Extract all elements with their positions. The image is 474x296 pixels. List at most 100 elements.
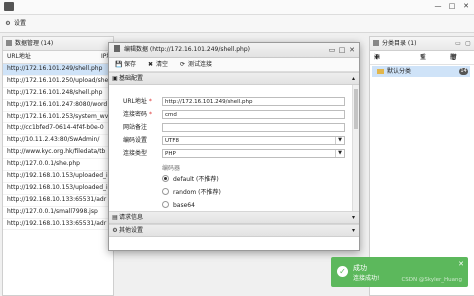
folder-icon (377, 69, 384, 74)
main-toolbar: ⚙ 设置 (0, 15, 474, 33)
column-url[interactable]: URL地址 (7, 51, 31, 63)
radio-icon (162, 188, 169, 195)
table-row[interactable]: http://10.11.2.43:80/SwAdmin/ (3, 135, 113, 148)
encoding-select[interactable]: UTF8 ▼ (162, 136, 345, 145)
chevron-down-icon: ▾ (351, 214, 355, 221)
test-connection-button[interactable]: ⟳ 测试连接 (179, 58, 212, 71)
required-mark: * (148, 98, 152, 105)
category-toolbar: ✚ 添加 ✎ 重 🗑 删 (370, 51, 474, 74)
table-row[interactable]: http://172.16.101.248/shell.php (3, 88, 113, 100)
chevron-down-icon: ▼ (335, 137, 344, 144)
category-panel-title: 分类目录 (1) (382, 40, 417, 47)
data-table-body: http://172.16.101.249/shell.php http://1… (3, 64, 113, 231)
encoder-default-label: default (不推荐) (173, 176, 219, 183)
list-icon (6, 40, 12, 46)
radio-icon (162, 201, 169, 208)
table-row[interactable]: http://192.168.10.133:65531/adr (3, 195, 113, 207)
watermark-text: CSDN @Skyler_Huang (401, 277, 462, 283)
note-label: 网站备注 (123, 124, 148, 131)
section-other-settings[interactable]: ⚙其他设置 ▾ (109, 224, 359, 237)
encoder-radio-random[interactable]: random (不推荐) (162, 188, 221, 196)
encoding-value: UTF8 (165, 138, 180, 144)
settings-button[interactable]: ⚙ 设置 (4, 19, 26, 28)
password-input[interactable]: cmd (162, 110, 345, 119)
panel-minimize-icon[interactable]: ▭ (454, 37, 462, 50)
category-item-label: 默认分类 (387, 68, 412, 75)
encoder-radio-default[interactable]: default (不推荐) (162, 175, 219, 183)
table-row[interactable]: http://127.0.0.1/small7998.jsp (3, 207, 113, 219)
clear-label: 清空 (156, 61, 169, 68)
table-row[interactable]: http://172.16.101.249/shell.php (3, 64, 113, 76)
type-label: 连接类型 (123, 150, 148, 157)
document-icon (114, 45, 120, 52)
table-row[interactable]: http://www.kyc.org.hk/filedata/tb (3, 147, 113, 160)
url-label: URL地址 * (123, 97, 152, 106)
section-other-label: 其他设置 (119, 227, 144, 234)
form-scrollbar[interactable] (352, 85, 359, 211)
chevron-down-icon: ▼ (335, 150, 344, 157)
table-row[interactable]: http://172.16.101.250/upload/she (3, 76, 113, 88)
settings-label: 设置 (14, 20, 27, 27)
category-count-badge: 14 (459, 68, 468, 75)
encoder-base64-label: base64 (173, 202, 195, 209)
data-panel-title: 数据管理 (14) (15, 40, 54, 47)
app-logo-icon (4, 2, 14, 11)
section-basic-config[interactable]: ▣基础配置 ▴ (109, 72, 359, 85)
refresh-icon: ⟳ (179, 61, 186, 68)
dialog-close-icon[interactable]: ✕ (347, 43, 357, 57)
dialog-toolbar: 💾 保存 ✖ 清空 ⟳ 测试连接 (109, 58, 359, 72)
note-input[interactable] (162, 123, 345, 132)
clear-button[interactable]: ✖ 清空 (147, 58, 168, 71)
data-panel-header: 数据管理 (14) (3, 37, 113, 51)
data-management-panel: 数据管理 (14) URL地址 IP地 http://172.16.101.24… (2, 36, 114, 296)
table-row[interactable]: http://192.168.10.153/uploaded_i (3, 171, 113, 183)
url-label-text: URL地址 (123, 98, 147, 105)
section-request-info[interactable]: ▤请求信息 ▾ (109, 211, 359, 224)
radio-selected-icon (162, 175, 169, 182)
encoding-label: 编码设置 (123, 137, 148, 144)
rename-category-label: 重 (420, 54, 427, 61)
chevron-down-icon: ▾ (351, 227, 355, 234)
table-row[interactable]: http://192.168.10.153/uploaded_i (3, 183, 113, 195)
gear-icon: ⚙ (5, 20, 11, 27)
close-window-button[interactable]: ✕ (460, 1, 472, 12)
settings-icon: ⚙ (112, 227, 118, 234)
section-request-label: 请求信息 (119, 214, 144, 221)
encoder-random-label: random (不推荐) (173, 189, 221, 196)
table-row[interactable]: http://192.168.10.133:65531/adr (3, 219, 113, 231)
save-icon: 💾 (115, 61, 123, 68)
table-row[interactable]: http://172.16.101.247:8080/word (3, 100, 113, 112)
table-row[interactable]: http://127.0.0.1/she.php (3, 159, 113, 172)
dialog-maximize-icon[interactable]: □ (337, 43, 347, 57)
toast-title: 成功 (353, 264, 367, 272)
window-titlebar: — □ ✕ (0, 0, 474, 15)
config-icon: ▣ (112, 75, 118, 82)
test-connection-label: 测试连接 (188, 61, 213, 68)
toast-close-icon[interactable]: ✕ (458, 260, 464, 268)
encoder-radio-base64[interactable]: base64 (162, 201, 195, 209)
delete-category-label: 删 (450, 54, 457, 61)
maximize-button[interactable]: □ (446, 1, 458, 12)
edit-data-dialog: 编辑数据 (http://172.16.101.249/shell.php) ▭… (108, 42, 360, 251)
save-button[interactable]: 💾 保存 (115, 58, 136, 71)
panel-restore-icon[interactable]: ▢ (464, 37, 472, 50)
table-row[interactable]: http://172.16.101.253/system_wv (3, 112, 113, 124)
type-select[interactable]: PHP ▼ (162, 149, 345, 158)
url-input[interactable]: http://172.16.101.249/shell.php (162, 97, 345, 106)
toast-message: 连接成功! (353, 275, 380, 282)
category-item-default[interactable]: 默认分类 14 (372, 66, 470, 77)
dialog-minimize-icon[interactable]: ▭ (327, 43, 337, 57)
request-icon: ▤ (112, 214, 118, 221)
password-label-text: 连接密码 (123, 111, 148, 118)
table-header: URL地址 IP地 (3, 51, 113, 64)
scrollbar-thumb[interactable] (354, 89, 358, 129)
table-row[interactable]: http://cc1bfed7-0614-4f4f-b0e-0 (3, 123, 113, 136)
check-icon: ✓ (337, 266, 348, 277)
category-panel-header: 分类目录 (1) ▭ ▢ (370, 37, 474, 51)
minimize-button[interactable]: — (432, 1, 444, 12)
section-basic-label: 基础配置 (119, 75, 144, 82)
folder-tree-icon (373, 40, 379, 46)
password-label: 连接密码 * (123, 110, 152, 119)
basic-config-form: URL地址 * http://172.16.101.249/shell.php 连… (109, 85, 359, 211)
clear-icon: ✖ (147, 61, 154, 68)
